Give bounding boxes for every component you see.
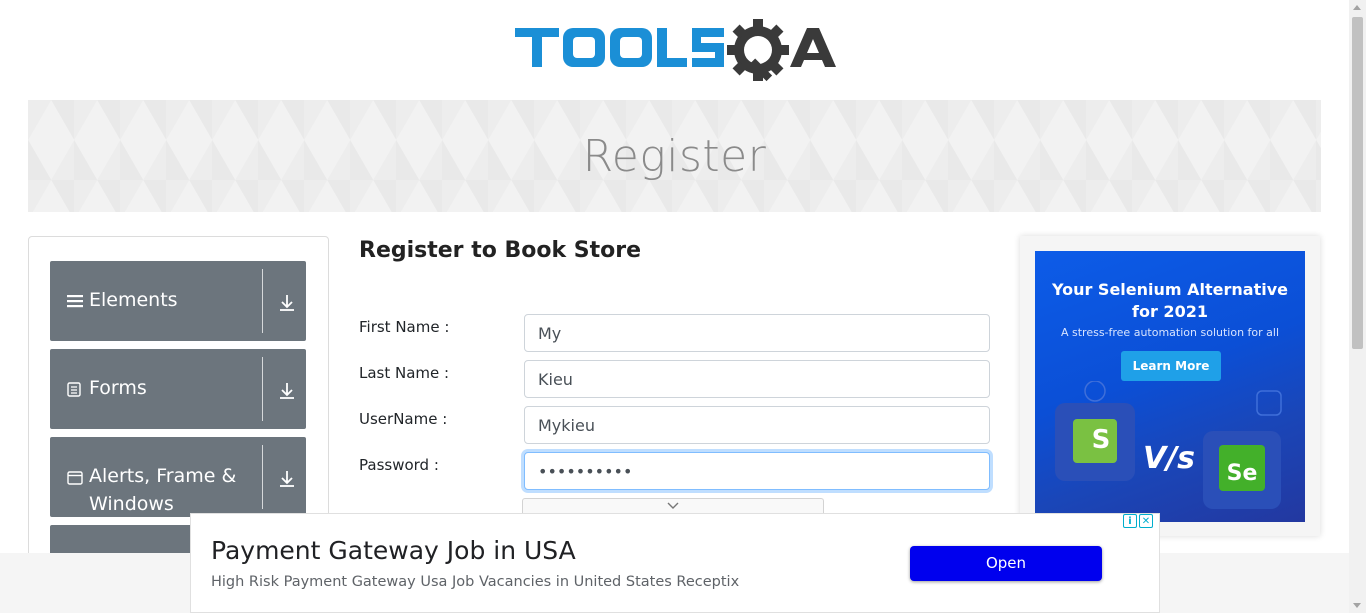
menu-icon bbox=[67, 295, 83, 308]
download-icon[interactable] bbox=[278, 382, 296, 400]
last-name-label: Last Name : bbox=[359, 364, 450, 382]
s-logo: S bbox=[1091, 425, 1111, 455]
payment-gateway-ad[interactable]: Payment Gateway Job in USA High Risk Pay… bbox=[190, 513, 1160, 613]
toolsqa-logo[interactable] bbox=[515, 15, 840, 93]
sidebar-group-alerts[interactable]: Alerts, Frame & Windows bbox=[50, 437, 306, 517]
sidebar-group-forms[interactable]: Forms bbox=[50, 349, 306, 429]
selenium-alternative-ad[interactable]: Your Selenium Alternative for 2021 A str… bbox=[1035, 251, 1305, 522]
sidebar-group-label-line1: Alerts, Frame & bbox=[89, 465, 237, 487]
learn-more-button[interactable]: Learn More bbox=[1121, 351, 1221, 381]
last-name-input[interactable]: Kieu bbox=[524, 360, 990, 398]
ad-title-line1: Your Selenium Alternative bbox=[1051, 280, 1289, 299]
ad-title-line2: for 2021 bbox=[1132, 302, 1208, 321]
sidebar-group-elements[interactable]: Elements bbox=[50, 261, 306, 341]
password-label: Password : bbox=[359, 456, 439, 474]
scroll-up-arrow-icon[interactable] bbox=[1353, 5, 1361, 10]
username-label: UserName : bbox=[359, 410, 448, 428]
scrollbar-thumb[interactable] bbox=[1352, 17, 1363, 349]
ad-title: Your Selenium Alternative for 2021 bbox=[1035, 279, 1305, 323]
divider bbox=[262, 357, 263, 421]
close-icon[interactable]: ✕ bbox=[1139, 514, 1153, 528]
divider bbox=[262, 269, 263, 333]
ad-headline[interactable]: Payment Gateway Job in USA bbox=[211, 536, 576, 565]
divider bbox=[262, 445, 263, 509]
sidebar-group-label: Forms bbox=[89, 377, 147, 399]
selenium-logo: Se bbox=[1226, 461, 1258, 486]
adchoices: i ✕ bbox=[1123, 514, 1153, 528]
chevron-down-icon bbox=[667, 502, 679, 509]
page: Register Elements Forms Alerts, Frame & … bbox=[0, 0, 1366, 613]
document-icon bbox=[67, 382, 81, 397]
form-heading: Register to Book Store bbox=[359, 238, 642, 263]
scroll-down-arrow-icon[interactable] bbox=[1353, 603, 1361, 608]
ad-description: High Risk Payment Gateway Usa Job Vacanc… bbox=[211, 574, 740, 590]
ad-subtitle: A stress-free automation solution for al… bbox=[1060, 326, 1280, 339]
right-ad-container: Your Selenium Alternative for 2021 A str… bbox=[1020, 236, 1320, 536]
sidebar-group-label: Elements bbox=[89, 289, 178, 311]
info-icon[interactable]: i bbox=[1123, 514, 1137, 528]
first-name-label: First Name : bbox=[359, 318, 450, 336]
vertical-scrollbar[interactable] bbox=[1349, 0, 1366, 613]
vs-text: V/s bbox=[1142, 441, 1196, 476]
first-name-input[interactable]: My bbox=[524, 314, 990, 352]
download-icon[interactable] bbox=[278, 470, 296, 488]
download-icon[interactable] bbox=[278, 294, 296, 312]
open-button[interactable]: Open bbox=[910, 546, 1102, 581]
password-input[interactable]: •••••••••• bbox=[524, 452, 990, 490]
username-input[interactable]: Mykieu bbox=[524, 406, 990, 444]
window-icon bbox=[67, 471, 83, 485]
sidebar-group-label-line2: Windows bbox=[89, 493, 174, 515]
page-banner: Register bbox=[28, 100, 1321, 212]
page-title: Register bbox=[582, 130, 767, 182]
